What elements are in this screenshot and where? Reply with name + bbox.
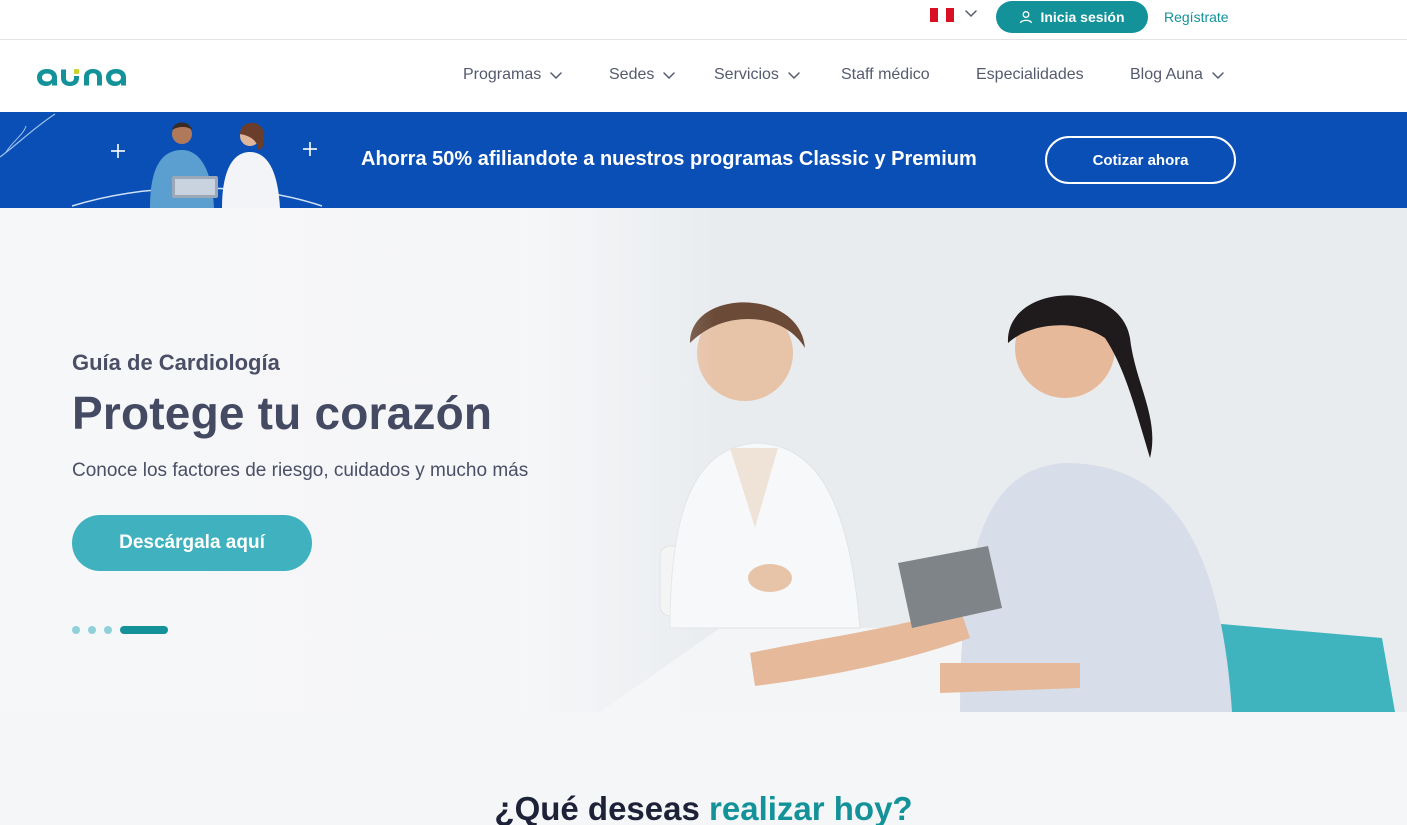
promo-illustration: [0, 113, 323, 208]
nav-item-label: Servicios: [714, 66, 779, 83]
promo-text: Ahorra 50% afiliandote a nuestros progra…: [361, 148, 977, 170]
nav-item-staff-medico[interactable]: Staff médico: [841, 64, 930, 86]
login-button-label: Inicia sesión: [1040, 9, 1125, 25]
chevron-down-icon[interactable]: [964, 6, 978, 20]
carousel-dot[interactable]: [72, 626, 80, 634]
section-heading-highlight: realizar hoy?: [709, 790, 913, 825]
peru-flag-icon[interactable]: [930, 8, 954, 22]
nav-item-label: Especialidades: [976, 66, 1084, 83]
nav-item-especialidades[interactable]: Especialidades: [976, 64, 1084, 86]
main-navbar: Programas Sedes Servicios Staff médico E…: [0, 40, 1407, 112]
chevron-down-icon: [663, 72, 676, 80]
hero-title: Protege tu corazón: [72, 387, 493, 439]
section-heading-prefix: ¿Qué deseas: [494, 790, 700, 825]
nav-item-blog-auna[interactable]: Blog Auna: [1130, 64, 1225, 86]
carousel-dot-active[interactable]: [120, 626, 168, 634]
download-guide-button[interactable]: Descárgala aquí: [72, 515, 312, 571]
promo-banner: Ahorra 50% afiliandote a nuestros progra…: [0, 112, 1407, 208]
chevron-down-icon: [788, 72, 800, 80]
top-utility-bar: Inicia sesión Regístrate: [0, 0, 1407, 40]
hero-photo: [520, 208, 1407, 712]
nav-item-label: Blog Auna: [1130, 66, 1203, 83]
actions-section: ¿Qué deseas realizar hoy?: [0, 712, 1407, 825]
chevron-down-icon: [1212, 72, 1224, 80]
nav-item-programas[interactable]: Programas: [463, 64, 563, 86]
nav-item-label: Sedes: [609, 66, 655, 83]
plus-icon: [111, 142, 317, 158]
hero-carousel: Guía de Cardiología Protege tu corazón C…: [0, 208, 1407, 712]
carousel-dot[interactable]: [104, 626, 112, 634]
login-button[interactable]: Inicia sesión: [996, 1, 1148, 33]
nav-item-servicios[interactable]: Servicios: [714, 64, 801, 86]
carousel-dot[interactable]: [88, 626, 96, 634]
hero-description: Conoce los factores de riesgo, cuidados …: [72, 460, 529, 481]
carousel-pagination: [72, 626, 168, 634]
hero-subtitle: Guía de Cardiología: [72, 350, 280, 375]
chevron-down-icon: [550, 72, 562, 80]
quote-button[interactable]: Cotizar ahora: [1045, 136, 1236, 184]
section-heading: ¿Qué deseas realizar hoy?: [0, 790, 1407, 825]
nav-item-sedes[interactable]: Sedes: [609, 64, 676, 86]
register-link[interactable]: Regístrate: [1164, 9, 1229, 25]
user-icon: [1020, 11, 1033, 24]
auna-logo[interactable]: [36, 60, 146, 92]
nav-item-label: Programas: [463, 66, 542, 83]
nav-item-label: Staff médico: [841, 66, 930, 83]
